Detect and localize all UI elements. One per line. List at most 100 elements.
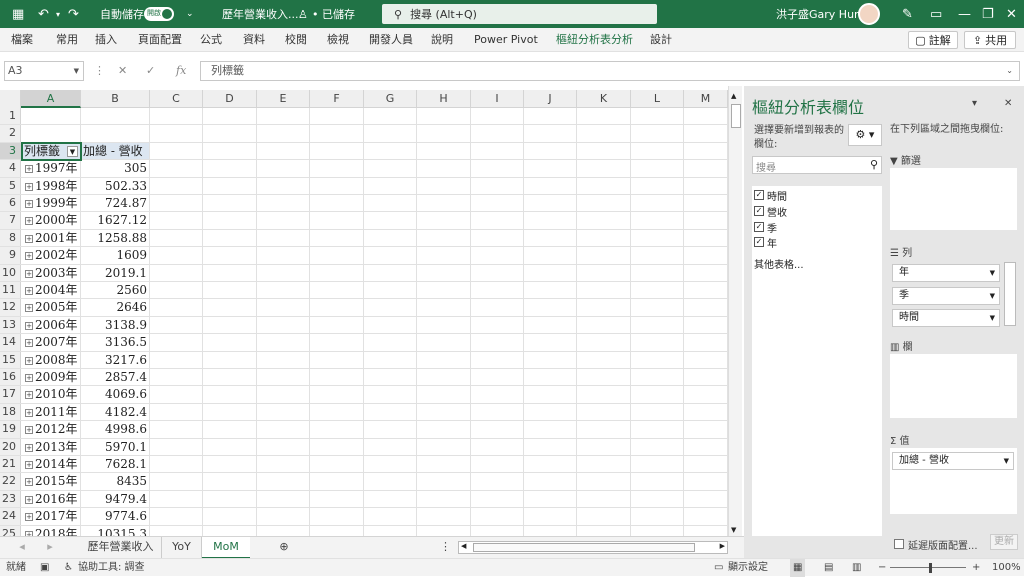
grid-cell[interactable] bbox=[631, 108, 684, 125]
pivot-value-cell[interactable]: 7628.1 bbox=[81, 456, 150, 473]
pivot-row-label[interactable]: +2008年 bbox=[21, 351, 81, 368]
col-header-e[interactable]: E bbox=[257, 90, 310, 108]
grid-cell[interactable] bbox=[631, 490, 684, 508]
expand-plus-icon[interactable]: + bbox=[25, 339, 33, 348]
grid-cell[interactable] bbox=[684, 160, 728, 177]
grid-cell[interactable] bbox=[150, 177, 203, 194]
horizontal-scrollbar[interactable]: ◀ ▶ bbox=[458, 541, 728, 554]
grid-cell[interactable] bbox=[257, 229, 310, 247]
grid-cell[interactable] bbox=[417, 456, 471, 473]
redo-icon[interactable]: ↷ bbox=[68, 0, 79, 28]
grid-cell[interactable] bbox=[631, 125, 684, 142]
grid-cell[interactable] bbox=[257, 177, 310, 194]
grid-cell[interactable] bbox=[257, 369, 310, 386]
grid-cell[interactable] bbox=[471, 177, 524, 194]
grid-cell[interactable] bbox=[684, 299, 728, 316]
grid-cell[interactable] bbox=[150, 508, 203, 525]
grid-cell[interactable] bbox=[81, 108, 150, 125]
grid-cell[interactable] bbox=[257, 403, 310, 421]
grid-cell[interactable] bbox=[631, 525, 684, 536]
row-header[interactable]: 3 bbox=[0, 142, 21, 160]
expand-plus-icon[interactable]: + bbox=[25, 356, 33, 365]
grid-cell[interactable] bbox=[257, 160, 310, 177]
grid-cell[interactable] bbox=[310, 195, 364, 212]
grid-cell[interactable] bbox=[471, 438, 524, 455]
scroll-left-icon[interactable]: ◀ bbox=[461, 542, 466, 550]
grid-cell[interactable] bbox=[577, 142, 631, 160]
name-box[interactable]: A3 ▼ bbox=[4, 61, 84, 81]
grid-cell[interactable] bbox=[150, 160, 203, 177]
tab-help[interactable]: 說明 bbox=[431, 28, 453, 52]
grid-cell[interactable] bbox=[150, 421, 203, 438]
select-all-corner[interactable] bbox=[0, 90, 21, 108]
grid-cell[interactable] bbox=[577, 334, 631, 351]
grid-cell[interactable] bbox=[471, 108, 524, 125]
grid-cell[interactable] bbox=[417, 403, 471, 421]
row-header[interactable]: 14 bbox=[0, 334, 21, 351]
grid-cell[interactable] bbox=[524, 160, 577, 177]
grid-cell[interactable] bbox=[577, 438, 631, 455]
grid-cell[interactable] bbox=[310, 369, 364, 386]
scroll-right-icon[interactable]: ▶ bbox=[720, 542, 725, 550]
expand-plus-icon[interactable]: + bbox=[25, 182, 33, 191]
row-header[interactable]: 24 bbox=[0, 508, 21, 525]
grid-cell[interactable] bbox=[471, 351, 524, 368]
pivot-value-cell[interactable]: 10315.3 bbox=[81, 525, 150, 536]
col-header-d[interactable]: D bbox=[203, 90, 257, 108]
grid-cell[interactable] bbox=[471, 525, 524, 536]
row-header[interactable]: 23 bbox=[0, 490, 21, 508]
grid-cell[interactable] bbox=[257, 195, 310, 212]
grid-cell[interactable] bbox=[203, 334, 257, 351]
grid-cell[interactable] bbox=[684, 142, 728, 160]
row-header[interactable]: 22 bbox=[0, 473, 21, 490]
grid-cell[interactable] bbox=[684, 282, 728, 299]
grid-cell[interactable] bbox=[631, 195, 684, 212]
grid-cell[interactable] bbox=[257, 316, 310, 334]
grid-cell[interactable] bbox=[684, 334, 728, 351]
grid-cell[interactable] bbox=[364, 473, 417, 490]
value-field-revenue-sum[interactable]: 加總 - 營收 ▼ bbox=[892, 452, 1014, 470]
grid-cell[interactable] bbox=[471, 195, 524, 212]
checkbox-checked-icon[interactable]: ✓ bbox=[754, 206, 764, 216]
grid-cell[interactable] bbox=[203, 351, 257, 368]
search-box[interactable]: ⚲ 搜尋 (Alt+Q) bbox=[382, 4, 657, 24]
grid-cell[interactable] bbox=[631, 264, 684, 281]
tab-pivottable-analyze[interactable]: 樞紐分析表分析 bbox=[556, 28, 633, 52]
grid-cell[interactable] bbox=[203, 247, 257, 264]
grid-cell[interactable] bbox=[577, 386, 631, 403]
tools-gear-icon[interactable]: ⚙ ▾ bbox=[848, 124, 882, 146]
grid-cell[interactable] bbox=[364, 456, 417, 473]
pivot-value-cell[interactable]: 2019.1 bbox=[81, 264, 150, 281]
row-header[interactable]: 9 bbox=[0, 247, 21, 264]
grid-cell[interactable] bbox=[631, 386, 684, 403]
expand-plus-icon[interactable]: + bbox=[25, 252, 33, 261]
row-header[interactable]: 19 bbox=[0, 421, 21, 438]
grid-cell[interactable] bbox=[417, 160, 471, 177]
grid-cell[interactable] bbox=[471, 490, 524, 508]
tab-formulas[interactable]: 公式 bbox=[200, 28, 222, 52]
filters-area[interactable] bbox=[890, 168, 1017, 230]
grid-cell[interactable] bbox=[310, 282, 364, 299]
worksheet-grid[interactable]: A B C D E F G H I J K L M 1 2 3 列標籤 ▼ 加總 - 營收… bbox=[0, 86, 744, 536]
grid-cell[interactable] bbox=[310, 351, 364, 368]
grid-cell[interactable] bbox=[203, 125, 257, 142]
grid-cell[interactable] bbox=[203, 160, 257, 177]
pivot-row-label[interactable]: +2014年 bbox=[21, 456, 81, 473]
grid-cell[interactable] bbox=[471, 369, 524, 386]
grid-cell[interactable] bbox=[577, 125, 631, 142]
grid-cell[interactable] bbox=[150, 247, 203, 264]
grid-cell[interactable] bbox=[150, 525, 203, 536]
grid-cell[interactable] bbox=[684, 473, 728, 490]
grid-cell[interactable] bbox=[150, 351, 203, 368]
grid-cell[interactable] bbox=[684, 438, 728, 455]
grid-cell[interactable] bbox=[631, 456, 684, 473]
sheet-tab-yoy[interactable]: YoY bbox=[162, 537, 202, 559]
grid-cell[interactable] bbox=[310, 525, 364, 536]
grid-cell[interactable] bbox=[203, 264, 257, 281]
expand-plus-icon[interactable]: + bbox=[25, 495, 33, 504]
grid-cell[interactable] bbox=[21, 125, 81, 142]
row-header[interactable]: 25 bbox=[0, 525, 21, 536]
scroll-thumb[interactable] bbox=[731, 104, 741, 128]
split-handle[interactable]: ⋮ bbox=[440, 537, 451, 559]
col-header-k[interactable]: K bbox=[577, 90, 631, 108]
